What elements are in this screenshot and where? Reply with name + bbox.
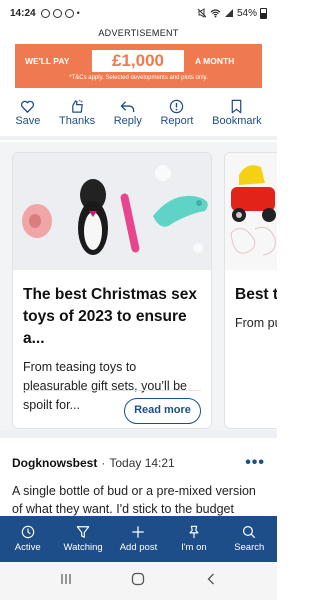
notification-icons: •	[40, 8, 80, 18]
article-carousel[interactable]: The best Christmas sex toys of 2023 to e…	[0, 142, 277, 430]
post-timestamp: Today 14:21	[109, 456, 175, 470]
recents-button[interactable]	[51, 572, 81, 591]
nav-add-post[interactable]: Add post	[111, 525, 165, 553]
bookmark-icon	[232, 99, 242, 114]
post-action-bar: Save Thanks Reply Report Bookmark	[0, 99, 277, 133]
nav-search-label: Search	[234, 542, 265, 553]
ad-left-text: WE'LL PAY	[25, 56, 70, 66]
ad-banner[interactable]: WE'LL PAY £1,000 A MONTH *T&Cs apply. Se…	[15, 44, 262, 88]
nav-im-on-label: I'm on	[181, 542, 207, 553]
article-title[interactable]: Best to our gu	[225, 270, 277, 306]
reply-label: Reply	[113, 115, 142, 127]
battery-icon	[260, 7, 267, 19]
system-nav-bar	[0, 562, 277, 600]
article-card[interactable]: Best to our gu From pu tracks a	[224, 152, 277, 429]
thanks-icon	[71, 99, 83, 113]
post-separator: ·	[101, 456, 106, 470]
article-card[interactable]: The best Christmas sex toys of 2023 to e…	[12, 152, 212, 429]
home-icon	[132, 572, 145, 585]
alert-icon	[170, 99, 184, 114]
nav-search[interactable]: Search	[222, 525, 276, 553]
more-options-icon[interactable]: •••	[245, 454, 265, 472]
signal-icon	[224, 9, 233, 17]
nav-im-on[interactable]: I'm on	[167, 525, 221, 553]
article-image	[13, 153, 211, 270]
back-button[interactable]	[196, 572, 226, 591]
nav-add-post-label: Add post	[119, 542, 158, 553]
home-button[interactable]	[123, 572, 153, 591]
bottom-nav: Active Watching Add post I'm on Search	[0, 516, 277, 562]
post-body: A single bottle of bud or a pre-mixed ve…	[12, 484, 256, 516]
filter-icon	[76, 526, 90, 538]
report-button[interactable]: Report	[160, 99, 194, 133]
wifi-icon	[210, 9, 221, 18]
divider	[0, 136, 277, 140]
notification-icon	[52, 8, 62, 18]
nav-watching[interactable]: Watching	[56, 525, 110, 553]
nav-active-label: Active	[14, 542, 41, 553]
ad-price: £1,000	[92, 50, 184, 72]
reply-icon	[121, 101, 135, 113]
thanks-label: Thanks	[59, 115, 96, 127]
mute-icon	[197, 8, 207, 18]
product-photo	[225, 153, 277, 270]
product-photo	[13, 153, 211, 270]
pin-icon	[189, 525, 199, 539]
read-more-button[interactable]: Read more	[124, 398, 201, 424]
clock-icon	[21, 525, 34, 539]
ad-right-text: A MONTH	[195, 56, 235, 66]
article-image	[225, 153, 277, 270]
back-icon	[207, 573, 214, 584]
battery-percent: 54%	[236, 7, 257, 19]
reply-button[interactable]: Reply	[114, 99, 142, 133]
nav-active[interactable]: Active	[1, 525, 55, 553]
thanks-button[interactable]: Thanks	[59, 99, 95, 133]
save-button[interactable]: Save	[15, 99, 40, 133]
post-username[interactable]: Dogknowsbest	[12, 456, 97, 470]
card-divider	[23, 390, 201, 391]
bookmark-button[interactable]: Bookmark	[212, 99, 262, 133]
report-label: Report	[160, 115, 194, 127]
bookmark-label: Bookmark	[212, 115, 262, 127]
ad-label: ADVERTISEMENT	[98, 28, 179, 38]
post-header: Dogknowsbest · Today 14:21 •••	[12, 454, 265, 472]
article-description: From pu tracks a	[235, 316, 277, 330]
ad-terms: *T&Cs apply. Selected developments and p…	[69, 75, 208, 81]
divider	[0, 430, 277, 438]
plus-icon	[132, 526, 145, 538]
status-bar: 14:24 • 54%	[0, 0, 277, 26]
more-notifications-icon: •	[76, 8, 80, 18]
heart-icon	[21, 100, 35, 113]
notification-icon	[64, 8, 74, 18]
save-label: Save	[15, 115, 41, 127]
search-icon	[243, 525, 256, 539]
status-right: 54%	[197, 7, 267, 19]
article-title[interactable]: The best Christmas sex toys of 2023 to e…	[13, 270, 211, 350]
status-time: 14:24	[10, 7, 36, 19]
nav-watching-label: Watching	[63, 542, 103, 553]
recents-icon	[61, 573, 71, 584]
notification-icon	[40, 8, 50, 18]
